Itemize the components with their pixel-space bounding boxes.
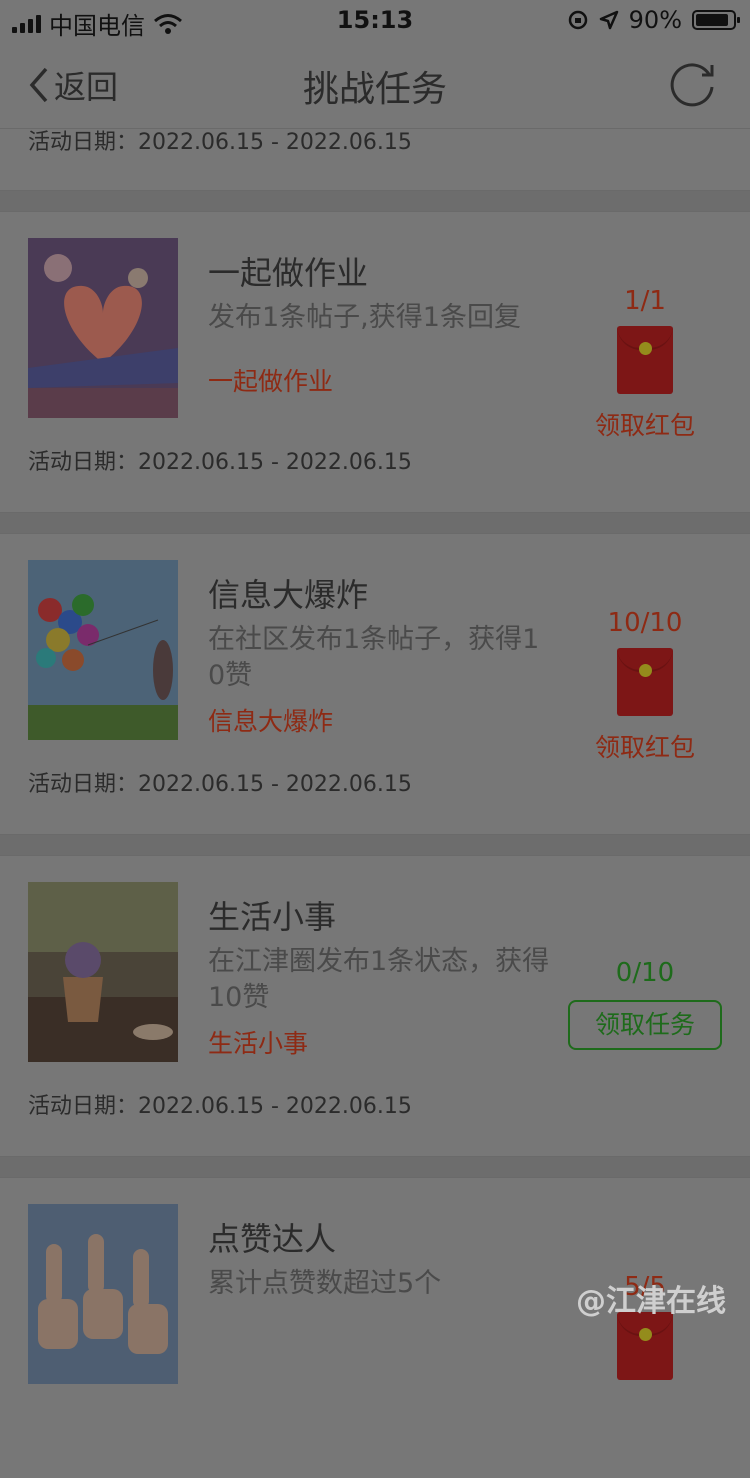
task-title: 点赞达人 bbox=[208, 1220, 337, 1258]
task-description: 在江津圈发布1条状态，获得10赞 bbox=[208, 946, 550, 1013]
activity-date: 活动日期：2022.06.15 - 2022.06.15 bbox=[28, 450, 412, 475]
red-envelope-icon[interactable] bbox=[617, 1312, 673, 1380]
task-tag: 生活小事 bbox=[208, 1029, 309, 1058]
task-card[interactable]: 点赞达人 累计点赞数超过5个 5/5 bbox=[0, 1178, 750, 1478]
claim-envelope-button[interactable]: 领取红包 bbox=[568, 406, 722, 442]
list-item: 活动日期：2022.06.15 - 2022.06.15 bbox=[0, 128, 750, 190]
page-title: 挑战任务 bbox=[302, 69, 447, 110]
task-thumbnail bbox=[28, 882, 178, 1062]
nav-bar: 返回 挑战任务 bbox=[0, 40, 750, 129]
claim-envelope-button[interactable]: 领取红包 bbox=[568, 728, 722, 764]
battery-percent: 90% bbox=[628, 6, 682, 34]
location-icon bbox=[599, 10, 618, 30]
status-bar: 中国电信 15:13 90% bbox=[0, 0, 750, 40]
task-card[interactable]: 一起做作业 发布1条帖子,获得1条回复 一起做作业 1/1 领取红包 活动日期：… bbox=[0, 212, 750, 512]
task-card[interactable]: 信息大爆炸 在社区发布1条帖子，获得10赞 信息大爆炸 10/10 领取红包 活… bbox=[0, 534, 750, 834]
task-description: 在社区发布1条帖子，获得10赞 bbox=[208, 624, 540, 691]
divider bbox=[0, 190, 750, 212]
activity-date: 活动日期：2022.06.15 - 2022.06.15 bbox=[28, 1094, 412, 1119]
task-description: 发布1条帖子,获得1条回复 bbox=[208, 302, 521, 333]
task-tag: 一起做作业 bbox=[208, 367, 334, 396]
red-envelope-icon[interactable] bbox=[617, 326, 673, 394]
progress-count: 10/10 bbox=[607, 608, 683, 638]
task-status: 1/1 领取红包 bbox=[568, 286, 722, 442]
task-title: 生活小事 bbox=[208, 898, 337, 936]
orientation-lock-icon bbox=[568, 10, 587, 30]
task-thumbnail bbox=[28, 560, 178, 740]
watermark: @江津在线 bbox=[576, 1284, 726, 1319]
task-card[interactable]: 生活小事 在江津圈发布1条状态，获得10赞 生活小事 0/10 领取任务 活动日… bbox=[0, 856, 750, 1156]
battery-fill bbox=[696, 14, 729, 26]
divider bbox=[0, 834, 750, 856]
status-right: 90% bbox=[567, 6, 740, 34]
task-tag: 信息大爆炸 bbox=[208, 707, 334, 736]
progress-count: 0/10 bbox=[615, 958, 675, 988]
activity-date: 活动日期：2022.06.15 - 2022.06.15 bbox=[28, 130, 412, 155]
red-envelope-icon[interactable] bbox=[617, 648, 673, 716]
activity-date: 活动日期：2022.06.15 - 2022.06.15 bbox=[28, 772, 412, 797]
task-thumbnail bbox=[28, 1204, 178, 1384]
task-status: 10/10 领取红包 bbox=[568, 608, 722, 764]
refresh-icon[interactable] bbox=[664, 56, 720, 112]
task-title: 一起做作业 bbox=[208, 254, 369, 292]
task-title: 信息大爆炸 bbox=[208, 576, 369, 614]
divider bbox=[0, 1156, 750, 1178]
divider bbox=[0, 512, 750, 534]
progress-count: 1/1 bbox=[624, 286, 666, 316]
battery-icon bbox=[692, 10, 740, 30]
task-status: 0/10 领取任务 bbox=[568, 958, 722, 1050]
task-thumbnail bbox=[28, 238, 178, 418]
accept-task-button[interactable]: 领取任务 bbox=[568, 1000, 722, 1050]
task-description: 累计点赞数超过5个 bbox=[208, 1268, 442, 1299]
